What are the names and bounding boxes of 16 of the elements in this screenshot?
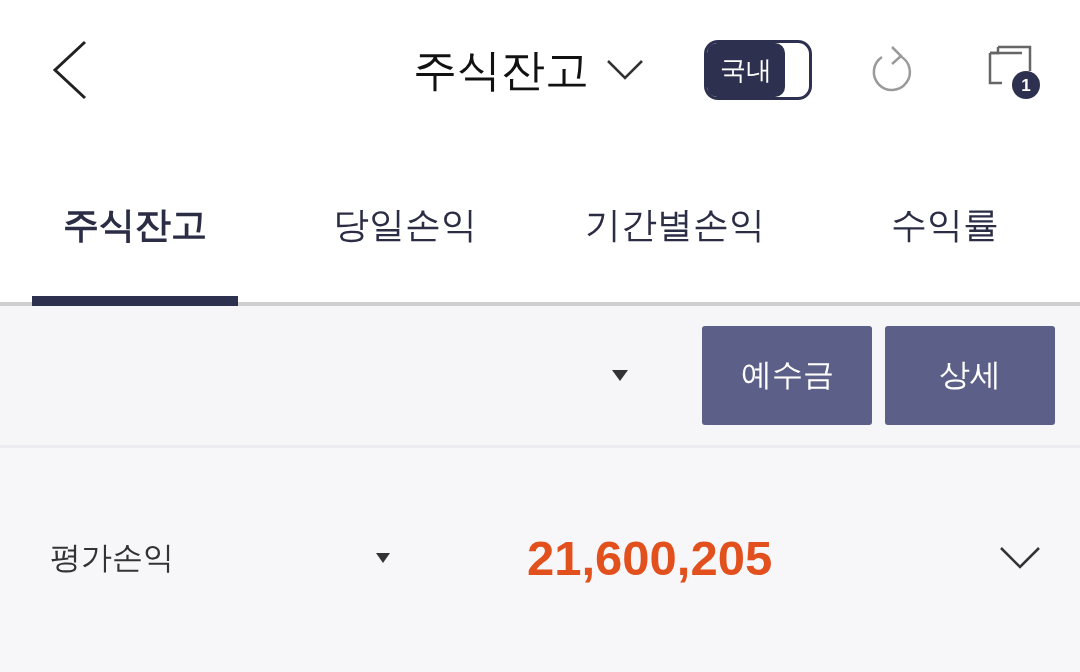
dropdown[interactable]: 평가손익 bbox=[50, 534, 390, 582]
page-title: 주식잔고 bbox=[413, 48, 589, 92]
back-icon[interactable] bbox=[52, 40, 88, 100]
tab[interactable]: 기간별손익 bbox=[572, 140, 778, 306]
count-badge: 1 bbox=[1012, 71, 1040, 99]
action-button[interactable]: 상세 bbox=[885, 326, 1055, 425]
caret-down-icon[interactable] bbox=[612, 370, 628, 381]
action-button[interactable]: 예수금 bbox=[702, 326, 872, 425]
chevron-down-icon[interactable] bbox=[1000, 547, 1040, 569]
chevron-down-icon[interactable] bbox=[607, 60, 643, 80]
tab[interactable]: 수익률 bbox=[842, 140, 1048, 306]
refresh-icon[interactable] bbox=[870, 46, 914, 94]
profit-value: 21,600,205 bbox=[527, 533, 773, 583]
toggle-switch[interactable]: 국내 bbox=[704, 40, 812, 100]
caret-down-icon bbox=[376, 553, 390, 563]
tab[interactable]: 당일손익 bbox=[302, 140, 508, 306]
